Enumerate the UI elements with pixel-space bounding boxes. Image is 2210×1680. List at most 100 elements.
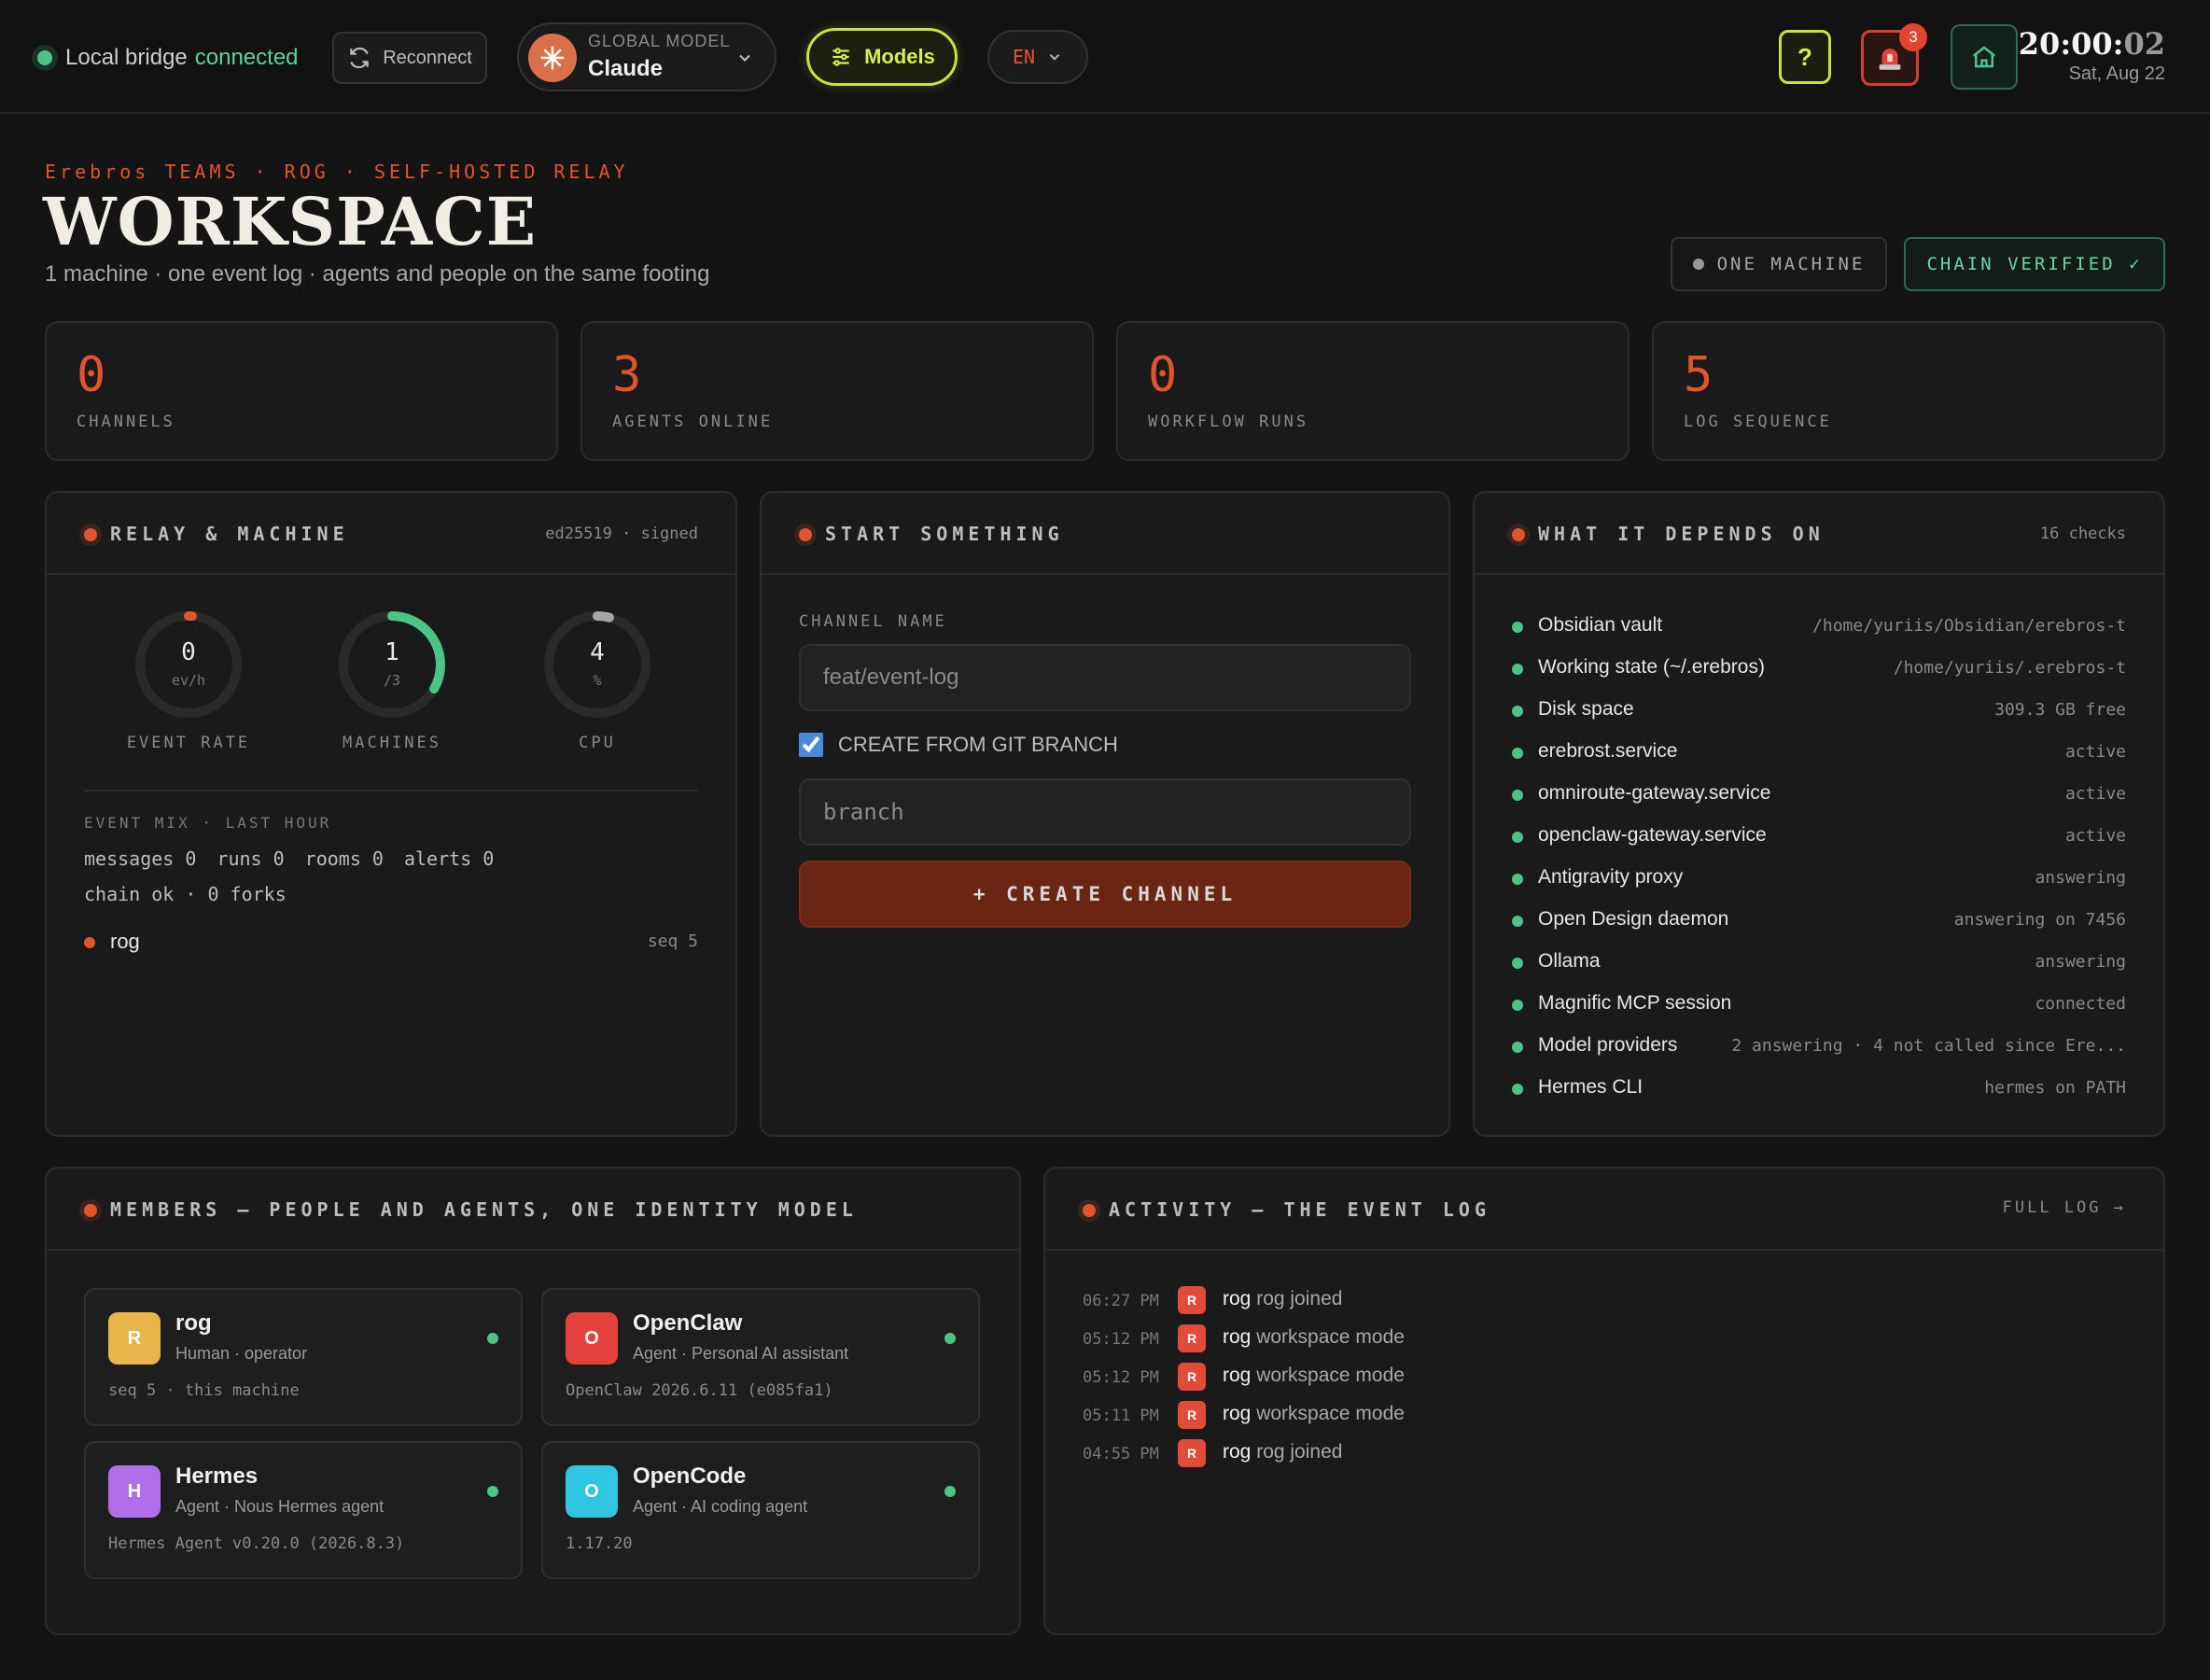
dependency-name: Model providers [1538, 1034, 1678, 1056]
ok-dot-icon [1512, 832, 1523, 843]
one-machine-chip: ONE MACHINE [1671, 237, 1887, 291]
member-info: 1.17.20 [566, 1534, 633, 1553]
siren-icon [1879, 49, 1901, 70]
start-panel: START SOMETHING CHANNEL NAME CREATE FROM… [760, 491, 1450, 1137]
gauge-unit: /3 [383, 672, 401, 689]
home-icon [1972, 46, 1996, 68]
dependency-value: active [2064, 826, 2126, 846]
mix-runs: runs 0 [217, 847, 285, 870]
dependency-name: Open Design daemon [1538, 908, 1729, 930]
member-name: OpenClaw [633, 1310, 743, 1336]
event-mix-label: EVENT MIX · LAST HOUR [84, 814, 332, 832]
stat-value: 5 [1684, 347, 1713, 403]
panel-header: WHAT IT DEPENDS ON 16 checks [1475, 493, 2163, 575]
chain-status: chain ok · 0 forks [84, 883, 287, 905]
online-dot-icon [487, 1486, 498, 1497]
member-name: Hermes [175, 1463, 259, 1489]
model-value: Claude [588, 56, 664, 81]
stat-value: 0 [1148, 347, 1178, 403]
event-mix-row: messages 0 runs 0 rooms 0 alerts 0 [84, 847, 514, 870]
clock-time: 20:00:02 [2019, 26, 2165, 62]
dependency-value: answering [2035, 868, 2126, 888]
full-log-link[interactable]: FULL LOG → [2003, 1198, 2126, 1217]
stat-label: CHANNELS [77, 413, 175, 431]
reconnect-button[interactable]: Reconnect [332, 32, 487, 84]
relay-signature: ed25519 · signed [545, 525, 698, 543]
models-button[interactable]: Models [806, 28, 958, 86]
dependency-name: Working state (~/.erebros) [1538, 656, 1765, 678]
member-card[interactable]: O OpenCode Agent · AI coding agent 1.17.… [541, 1441, 980, 1579]
stat-value: 0 [77, 347, 106, 403]
mix-rooms: rooms 0 [304, 847, 384, 870]
member-card[interactable]: O OpenClaw Agent · Personal AI assistant… [541, 1288, 980, 1426]
dependency-name: Obsidian vault [1538, 614, 1663, 636]
one-machine-label: ONE MACHINE [1716, 254, 1866, 274]
help-button[interactable]: ? [1779, 30, 1831, 84]
member-info: OpenClaw 2026.6.11 (e085fa1) [566, 1381, 833, 1400]
alert-count-badge: 3 [1899, 23, 1927, 51]
git-branch-checkbox[interactable] [799, 733, 823, 757]
mix-alerts: alerts 0 [403, 847, 495, 870]
activity-event: rog joined [1256, 1441, 1343, 1463]
git-branch-checkbox-row[interactable]: CREATE FROM GIT BRANCH [799, 732, 1118, 758]
activity-event: workspace mode [1256, 1403, 1405, 1424]
dependency-item: erebrost.service active [1512, 735, 2126, 777]
avatar: O [566, 1312, 618, 1365]
depends-panel: WHAT IT DEPENDS ON 16 checks Obsidian va… [1473, 491, 2165, 1137]
member-card[interactable]: H Hermes Agent · Nous Hermes agent Herme… [84, 1441, 523, 1579]
panel-dot-icon [84, 528, 97, 541]
node-name: rog [110, 930, 140, 953]
actor-badge: R [1178, 1439, 1206, 1467]
node-dot-icon [84, 937, 95, 948]
ok-dot-icon [1512, 706, 1523, 717]
stat-label: LOG SEQUENCE [1684, 413, 1832, 431]
actor-badge: R [1178, 1401, 1206, 1429]
dependency-value: /home/yuriis/.erebros-t [1893, 658, 2126, 678]
bridge-label: Local bridge [65, 45, 188, 70]
stat-label: AGENTS ONLINE [612, 413, 774, 431]
global-model-select[interactable]: GLOBAL MODEL Claude [517, 22, 776, 91]
member-card[interactable]: R rog Human · operator seq 5 · this mach… [84, 1288, 523, 1426]
actor-name: rog [1223, 1365, 1252, 1386]
ok-dot-icon [1512, 790, 1523, 801]
dependency-value: active [2064, 784, 2126, 804]
sliders-icon [832, 48, 849, 66]
channel-name-input[interactable] [799, 644, 1411, 711]
alerts-button[interactable]: 3 [1861, 23, 1927, 86]
activity-event: rog joined [1256, 1288, 1343, 1309]
avatar: O [566, 1465, 618, 1518]
ok-dot-icon [1512, 958, 1523, 969]
home-button[interactable] [1951, 24, 2018, 90]
activity-event: workspace mode [1256, 1365, 1405, 1386]
gauge-unit: % [593, 672, 602, 689]
dependency-item: Open Design daemon answering on 7456 [1512, 903, 2126, 945]
member-info: seq 5 · this machine [108, 1381, 300, 1400]
dependency-value: /home/yuriis/Obsidian/erebros-t [1812, 616, 2126, 636]
refresh-icon [350, 47, 369, 69]
create-channel-button[interactable]: + CREATE CHANNEL [799, 861, 1411, 928]
dependency-value: 309.3 GB free [1994, 700, 2126, 720]
language-select[interactable]: EN [987, 30, 1088, 84]
gauge-value: 1 [385, 638, 399, 666]
gauge-label: MACHINES [343, 734, 441, 752]
dependency-list: Obsidian vault/home/yuriis/Obsidian/ereb… [1512, 609, 2126, 1113]
page-title: WORKSPACE [43, 183, 538, 260]
gauge-unit: ev/h [171, 672, 206, 689]
stat-value: 3 [612, 347, 642, 403]
checks-count: 16 checks [2039, 525, 2126, 543]
activity-time: 06:27 PM [1083, 1292, 1159, 1310]
member-role: Agent · Nous Hermes agent [175, 1497, 385, 1516]
stat-agents-online: 3 AGENTS ONLINE [580, 321, 1094, 461]
dependency-item: Model providers 2 answering · 4 not calle… [1512, 1029, 2126, 1071]
branch-input[interactable] [799, 778, 1411, 846]
gauge-label: EVENT RATE [126, 734, 251, 752]
node-row[interactable]: rog seq 5 [84, 928, 698, 956]
page-eyebrow: Erebros TEAMS · ROG · SELF-HOSTED RELAY [45, 161, 629, 183]
avatar: H [108, 1465, 161, 1518]
claude-logo-icon [528, 34, 577, 82]
models-label: Models [864, 45, 935, 68]
help-label: ? [1797, 42, 1812, 71]
activity-text: rog rog joined [1223, 1441, 1342, 1463]
channel-name-label: CHANNEL NAME [799, 612, 947, 631]
dependency-value: connected [2035, 994, 2126, 1014]
